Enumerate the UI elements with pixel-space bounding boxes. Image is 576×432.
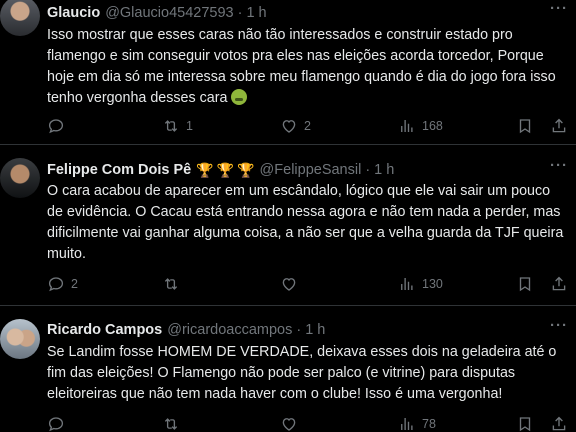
tweet-text: Se Landim fosse HOMEM DE VERDADE, deixav… [47,344,557,402]
tweet-text: O cara acabou de aparecer em um escândal… [47,183,564,262]
more-options-icon[interactable]: ··· [550,1,568,22]
retweet-icon [164,278,178,290]
bookmark-icon [519,277,531,292]
like-count: 2 [304,119,311,133]
timestamp[interactable]: 1 h [305,322,325,338]
heart-icon [282,278,296,291]
tweet-text-body: Isso mostrar que esses caras não tão int… [47,27,556,106]
reply-button[interactable] [47,414,71,432]
author-name[interactable]: Glaucio [47,5,100,21]
retweet-icon [164,418,178,430]
author-name[interactable]: Felippe Com Dois Pê [47,162,191,178]
bookmark-button[interactable] [516,414,534,432]
view-count: 168 [422,119,443,133]
tweet-3[interactable]: Ricardo Campos @ricardoaccampos · 1 h ··… [0,307,576,432]
avatar[interactable] [0,158,40,198]
share-icon [552,118,566,133]
author-handle[interactable]: @Glaucio45427593 [105,5,233,21]
avatar[interactable] [0,319,40,359]
views-button[interactable]: 78 [398,414,436,432]
tweet-header: Glaucio @Glaucio45427593 · 1 h [47,4,267,22]
separator-dot: · [237,5,243,21]
analytics-icon [401,418,413,430]
more-options-icon[interactable]: ··· [550,318,568,339]
bookmark-button[interactable] [516,116,534,136]
reply-icon [48,417,64,432]
like-button[interactable] [280,414,304,432]
author-handle[interactable]: @ricardoaccampos [167,322,292,338]
separator-dot: · [296,322,302,338]
share-button[interactable] [550,116,568,136]
reply-icon [48,119,64,134]
retweet-button[interactable] [162,274,186,294]
separator-dot: · [365,162,371,178]
author-handle[interactable]: @FelippeSansil [260,162,362,178]
tweet-actions: 2 130 [47,274,568,294]
trophy-icon: 🏆 [237,161,255,178]
reply-button[interactable] [47,116,71,136]
tweet-text: Isso mostrar que esses caras não tão int… [47,25,567,109]
share-button[interactable] [550,414,568,432]
view-count: 78 [422,417,436,431]
nauseated-face-icon [231,89,248,105]
views-button[interactable]: 130 [398,274,443,294]
author-name[interactable]: Ricardo Campos [47,322,162,338]
view-count: 130 [422,277,443,291]
timestamp[interactable]: 1 h [246,5,266,21]
share-icon [552,416,566,431]
like-button[interactable] [280,274,304,294]
more-options-icon[interactable]: ··· [550,158,568,179]
tweet-header: Ricardo Campos @ricardoaccampos · 1 h [47,321,325,339]
views-button[interactable]: 168 [398,116,443,136]
tweet-1[interactable]: Glaucio @Glaucio45427593 · 1 h ··· Isso … [0,0,576,145]
analytics-icon [401,120,413,132]
share-button[interactable] [550,274,568,294]
timestamp[interactable]: 1 h [374,162,394,178]
retweet-button[interactable] [162,414,186,432]
tweet-actions: 1 2 168 [47,116,568,136]
bookmark-button[interactable] [516,274,534,294]
reply-count: 2 [71,277,78,291]
retweet-icon [164,120,178,132]
heart-icon [282,120,296,133]
trophy-badges: 🏆 🏆 🏆 [194,162,254,179]
tweet-header: Felippe Com Dois Pê 🏆 🏆 🏆 @FelippeSansil… [47,161,394,179]
reply-button[interactable]: 2 [47,274,78,294]
heart-icon [282,418,296,431]
bookmark-icon [519,417,531,432]
bookmark-icon [519,119,531,134]
avatar[interactable] [0,0,40,36]
retweet-count: 1 [186,119,193,133]
reply-icon [48,277,64,292]
retweet-button[interactable]: 1 [162,116,193,136]
trophy-icon: 🏆 [196,161,214,178]
share-icon [552,276,566,291]
trophy-icon: 🏆 [216,161,235,178]
analytics-icon [401,278,413,290]
like-button[interactable]: 2 [280,116,311,136]
tweet-actions: 78 [47,414,568,432]
tweet-2[interactable]: Felippe Com Dois Pê 🏆 🏆 🏆 @FelippeSansil… [0,146,576,306]
